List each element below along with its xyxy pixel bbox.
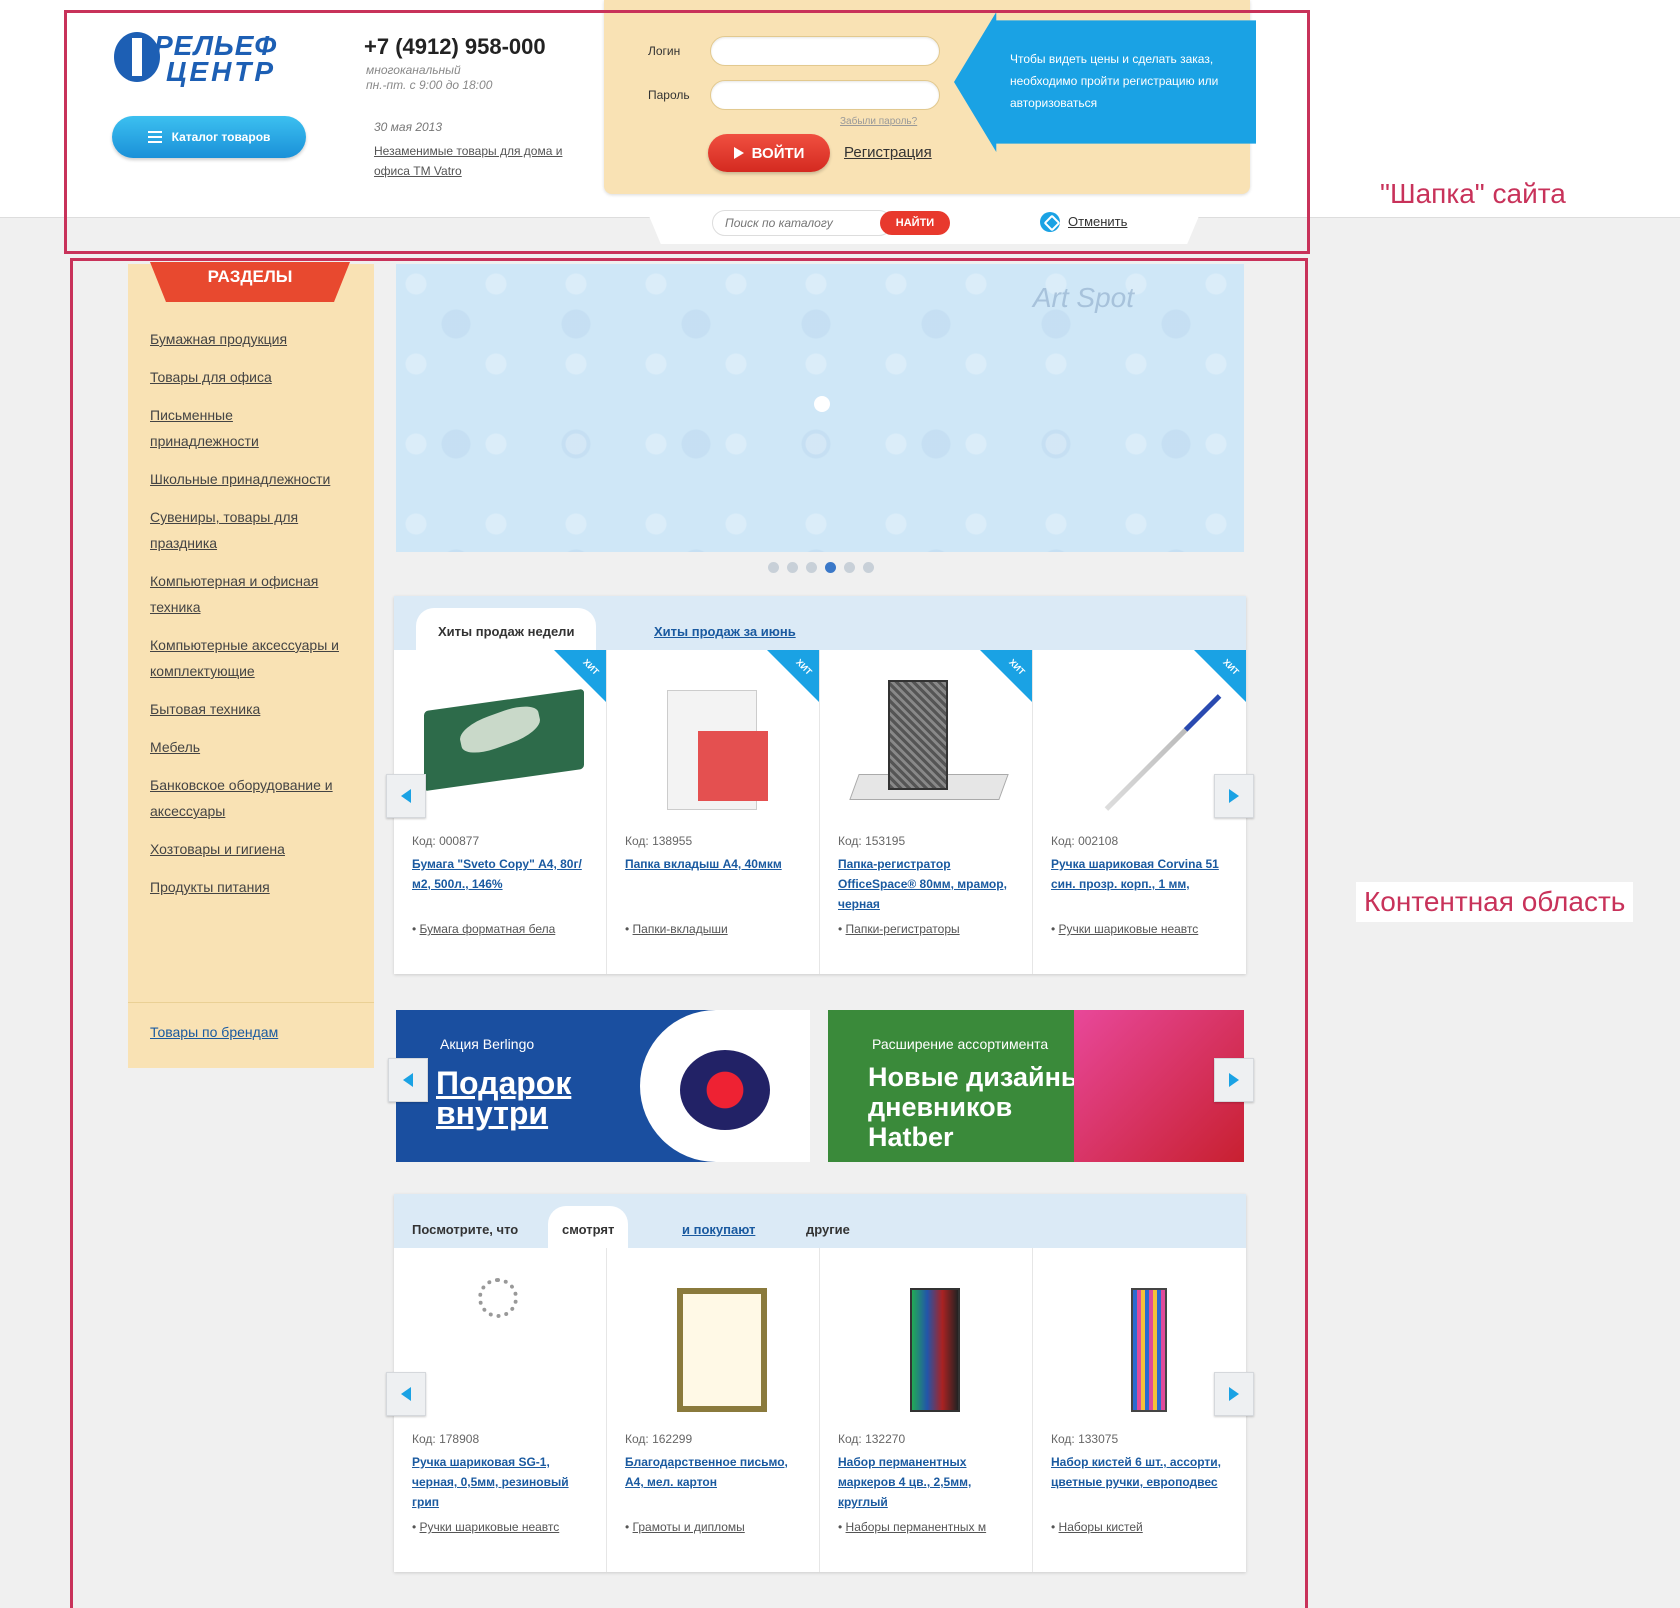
header-annotation-frame bbox=[64, 10, 1310, 254]
content-annotation-frame bbox=[70, 258, 1308, 1608]
content-annotation-label: Контентная область bbox=[1356, 882, 1634, 922]
header-annotation-label: "Шапка" сайта bbox=[1380, 178, 1566, 209]
